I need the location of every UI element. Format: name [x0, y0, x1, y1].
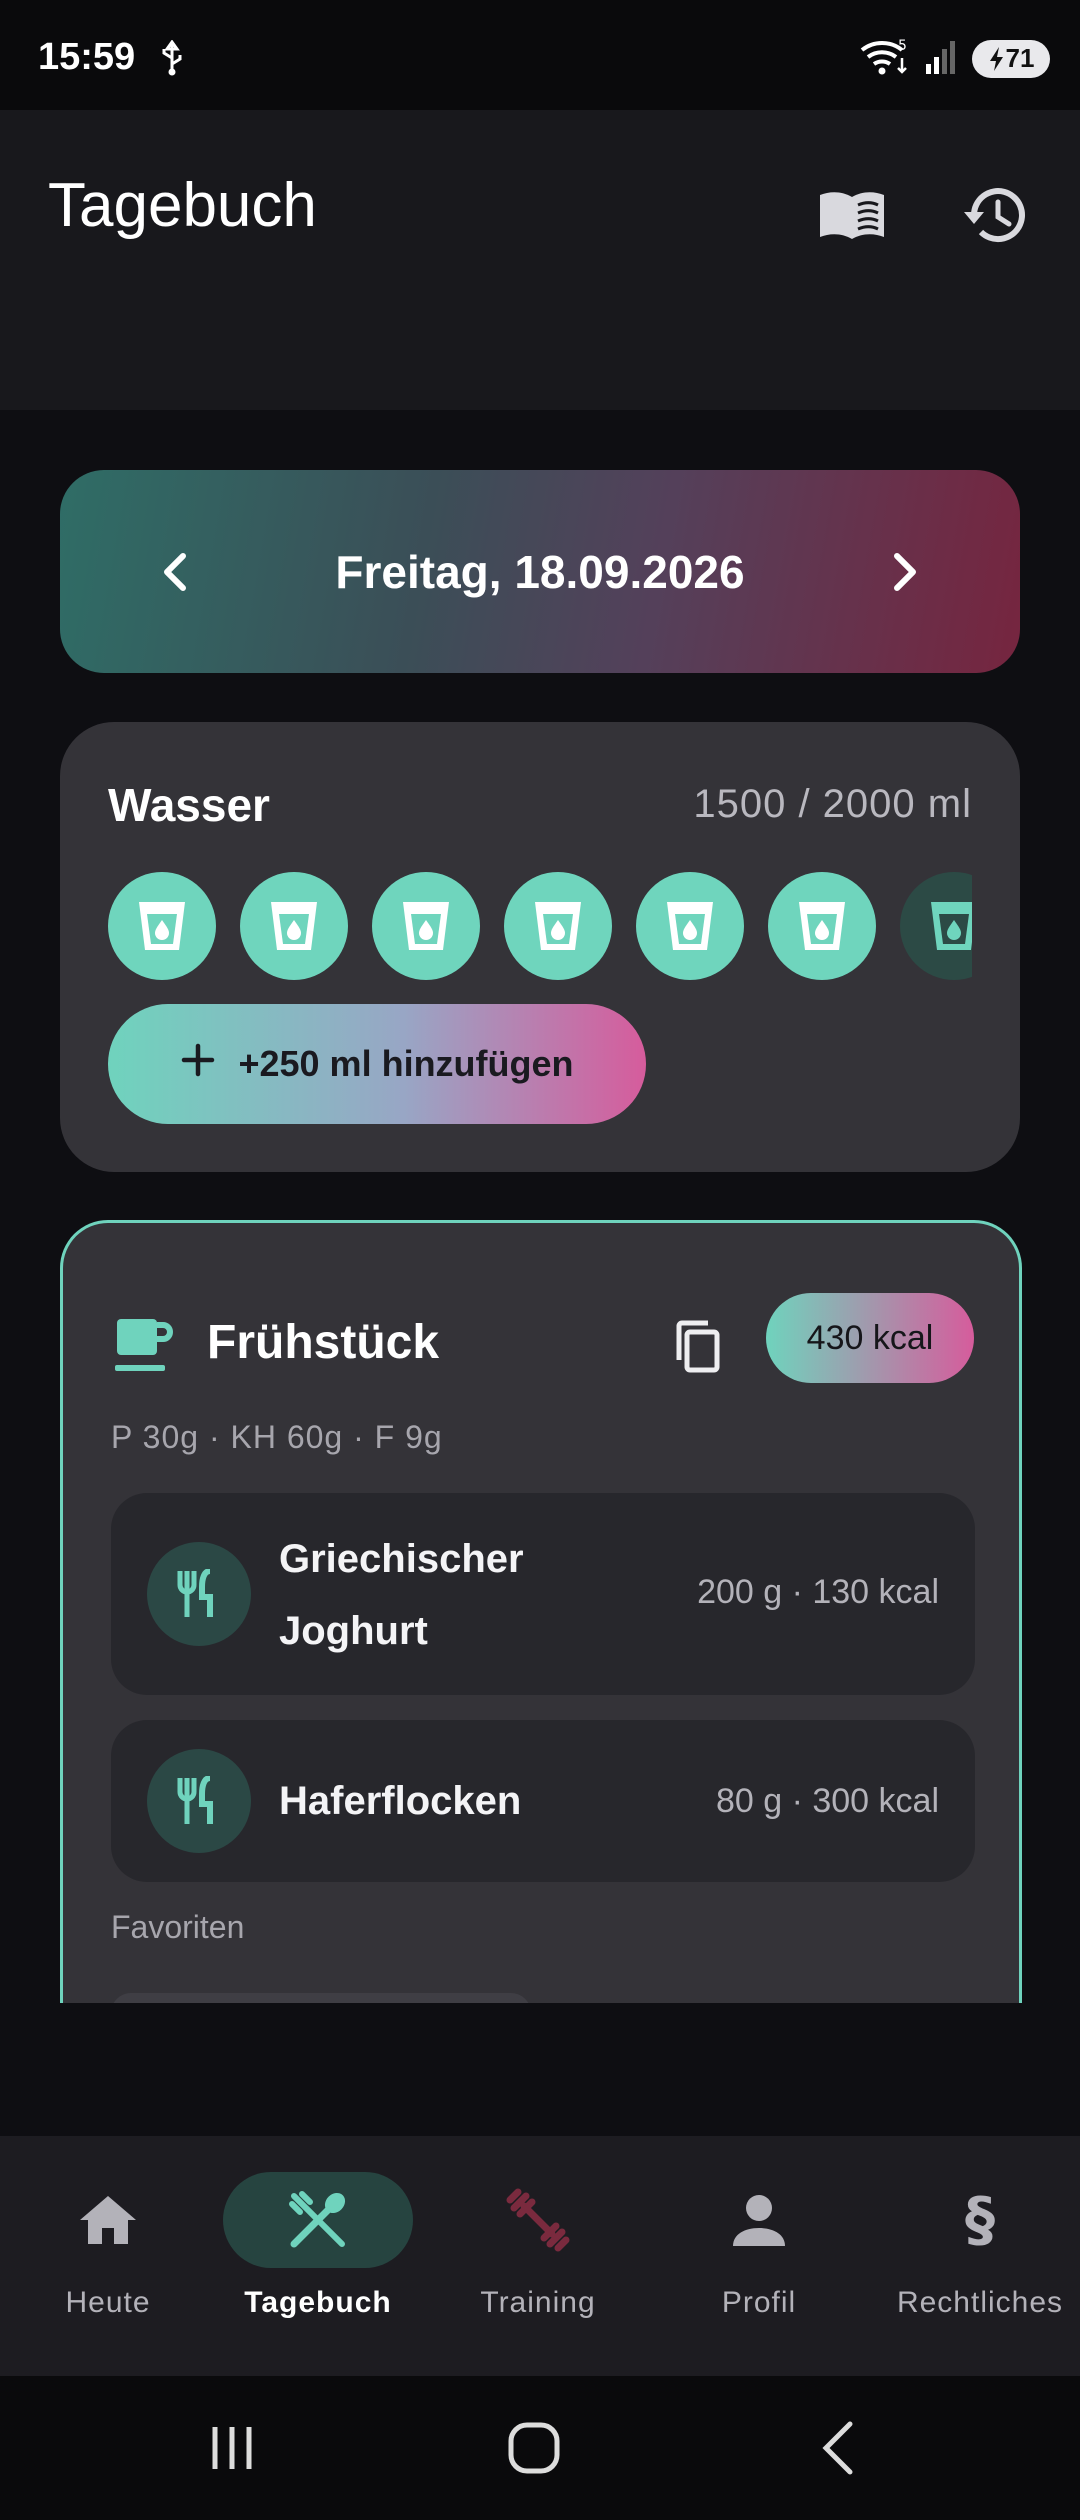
water-glass-icon[interactable] [108, 872, 216, 980]
food-meta: 200 g · 130 kcal [697, 1573, 939, 1611]
nav-label-rechtliches: Rechtliches [896, 2286, 1064, 2319]
status-bar: 15:59 5 71 [0, 0, 1080, 110]
svg-text:5: 5 [898, 38, 907, 54]
paragraph-icon: § [872, 2184, 1080, 2256]
meal-card-breakfast: Frühstück 430 kcal P 30g · KH 60g · F 9g… [60, 1220, 1022, 2003]
food-item[interactable]: Griechischer Joghurt 200 g · 130 kcal [111, 1493, 975, 1695]
history-icon[interactable] [955, 175, 1035, 255]
water-glass-icon[interactable] [504, 872, 612, 980]
cutlery-icon [147, 1749, 251, 1853]
current-date[interactable]: Freitag, 18.09.2026 [335, 545, 744, 599]
cutlery-cross-icon [210, 2184, 426, 2256]
nav-label-heute: Heute [65, 2286, 151, 2319]
add-water-label: +250 ml hinzufügen [238, 1043, 574, 1084]
copy-icon[interactable] [663, 1311, 733, 1381]
recents-icon[interactable] [182, 2412, 282, 2484]
meal-macros: P 30g · KH 60g · F 9g [111, 1419, 443, 1455]
person-icon [651, 2184, 867, 2256]
add-water-button[interactable]: +250 ml hinzufügen [108, 1004, 646, 1124]
cutlery-icon [147, 1542, 251, 1646]
food-name: Haferflocken [279, 1779, 522, 1823]
water-amount: 1500 / 2000 ml [693, 782, 972, 826]
water-glass-icon[interactable] [768, 872, 876, 980]
system-nav-bar [0, 2376, 1080, 2520]
food-item[interactable]: Haferflocken 80 g · 300 kcal [111, 1720, 975, 1882]
svg-text:§: § [965, 2188, 995, 2252]
usb-icon [158, 39, 186, 81]
nav-item-rechtliches[interactable]: § Rechtliches [872, 2136, 1080, 2376]
nav-item-tagebuch[interactable]: Tagebuch [210, 2136, 426, 2376]
status-time: 15:59 [38, 36, 136, 78]
page-title: Tagebuch [48, 171, 317, 240]
nav-label-training: Training [480, 2286, 596, 2319]
next-day-button[interactable] [870, 537, 940, 607]
home-icon [0, 2184, 216, 2256]
date-navigator: Freitag, 18.09.2026 [60, 470, 1020, 673]
book-icon[interactable] [812, 175, 892, 255]
water-card: Wasser 1500 / 2000 ml +250 ml hinzufügen [60, 722, 1020, 1172]
nav-item-heute[interactable]: Heute [0, 2136, 216, 2376]
dumbbell-icon [430, 2184, 646, 2256]
nav-label-profil: Profil [721, 2286, 797, 2319]
meal-kcal: 430 kcal [806, 1318, 934, 1357]
water-glasses [108, 872, 972, 982]
food-name-line2: Joghurt [279, 1609, 428, 1653]
previous-day-button[interactable] [140, 537, 210, 607]
water-glass-icon[interactable] [372, 872, 480, 980]
plus-icon [180, 1042, 216, 1087]
back-icon[interactable] [788, 2412, 888, 2484]
favorites-label: Favoriten [111, 1909, 245, 1945]
battery-level: 71 [1005, 43, 1035, 73]
water-glass-empty-icon[interactable] [900, 872, 972, 980]
food-name-line1: Griechischer [279, 1537, 524, 1581]
battery-indicator: 71 [972, 39, 1050, 78]
favorite-chip[interactable] [111, 1993, 531, 2003]
home-button-icon[interactable] [484, 2412, 584, 2484]
food-meta: 80 g · 300 kcal [715, 1782, 939, 1820]
water-glass-icon[interactable] [240, 872, 348, 980]
meal-kcal-badge: 430 kcal [766, 1293, 974, 1383]
bottom-nav: Heute Tagebuch Training Profil § Rechtli… [0, 2136, 1080, 2376]
meal-title: Frühstück [207, 1316, 440, 1369]
cup-icon [113, 1315, 175, 1380]
water-glass-icon[interactable] [636, 872, 744, 980]
status-icons: 5 71 [858, 36, 1050, 81]
nav-label-tagebuch: Tagebuch [244, 2286, 392, 2319]
nav-item-training[interactable]: Training [430, 2136, 646, 2376]
signal-icon [924, 38, 958, 79]
nav-item-profil[interactable]: Profil [651, 2136, 867, 2376]
wifi-icon: 5 [858, 36, 910, 81]
app-header [0, 110, 1080, 410]
water-title: Wasser [108, 779, 270, 831]
